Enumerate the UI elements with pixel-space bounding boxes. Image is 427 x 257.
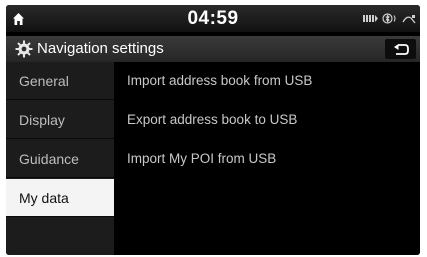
back-button[interactable]: [385, 39, 416, 59]
back-arrow-icon: [393, 43, 409, 55]
home-button[interactable]: [6, 5, 31, 32]
network-icon: [402, 14, 416, 23]
content-list: Import address book from USB Export addr…: [114, 62, 420, 255]
sidebar-item-general[interactable]: General: [6, 62, 114, 100]
home-icon: [13, 12, 24, 25]
page-title: Navigation settings: [37, 40, 164, 57]
list-item-export-address-book[interactable]: Export address book to USB: [114, 101, 420, 139]
sidebar-item-my-data[interactable]: My data: [6, 179, 114, 217]
title-bar: Navigation settings: [6, 36, 420, 62]
status-icons: [363, 5, 416, 32]
device-screen: 04:59 Navigation settings General Displa…: [6, 5, 420, 255]
settings-icon-wrapper: [15, 40, 33, 58]
gear-icon: [15, 40, 33, 58]
list-item-import-address-book[interactable]: Import address book from USB: [114, 62, 420, 100]
bluetooth-icon: [382, 13, 396, 24]
sidebar-item-display[interactable]: Display: [6, 101, 114, 139]
clock: 04:59: [187, 8, 239, 29]
signal-icon: [363, 15, 378, 22]
status-bar: 04:59: [6, 5, 420, 32]
list-item-import-my-poi[interactable]: Import My POI from USB: [114, 140, 420, 178]
sidebar-item-guidance[interactable]: Guidance: [6, 140, 114, 178]
sidebar-menu: General Display Guidance My data: [6, 62, 114, 255]
